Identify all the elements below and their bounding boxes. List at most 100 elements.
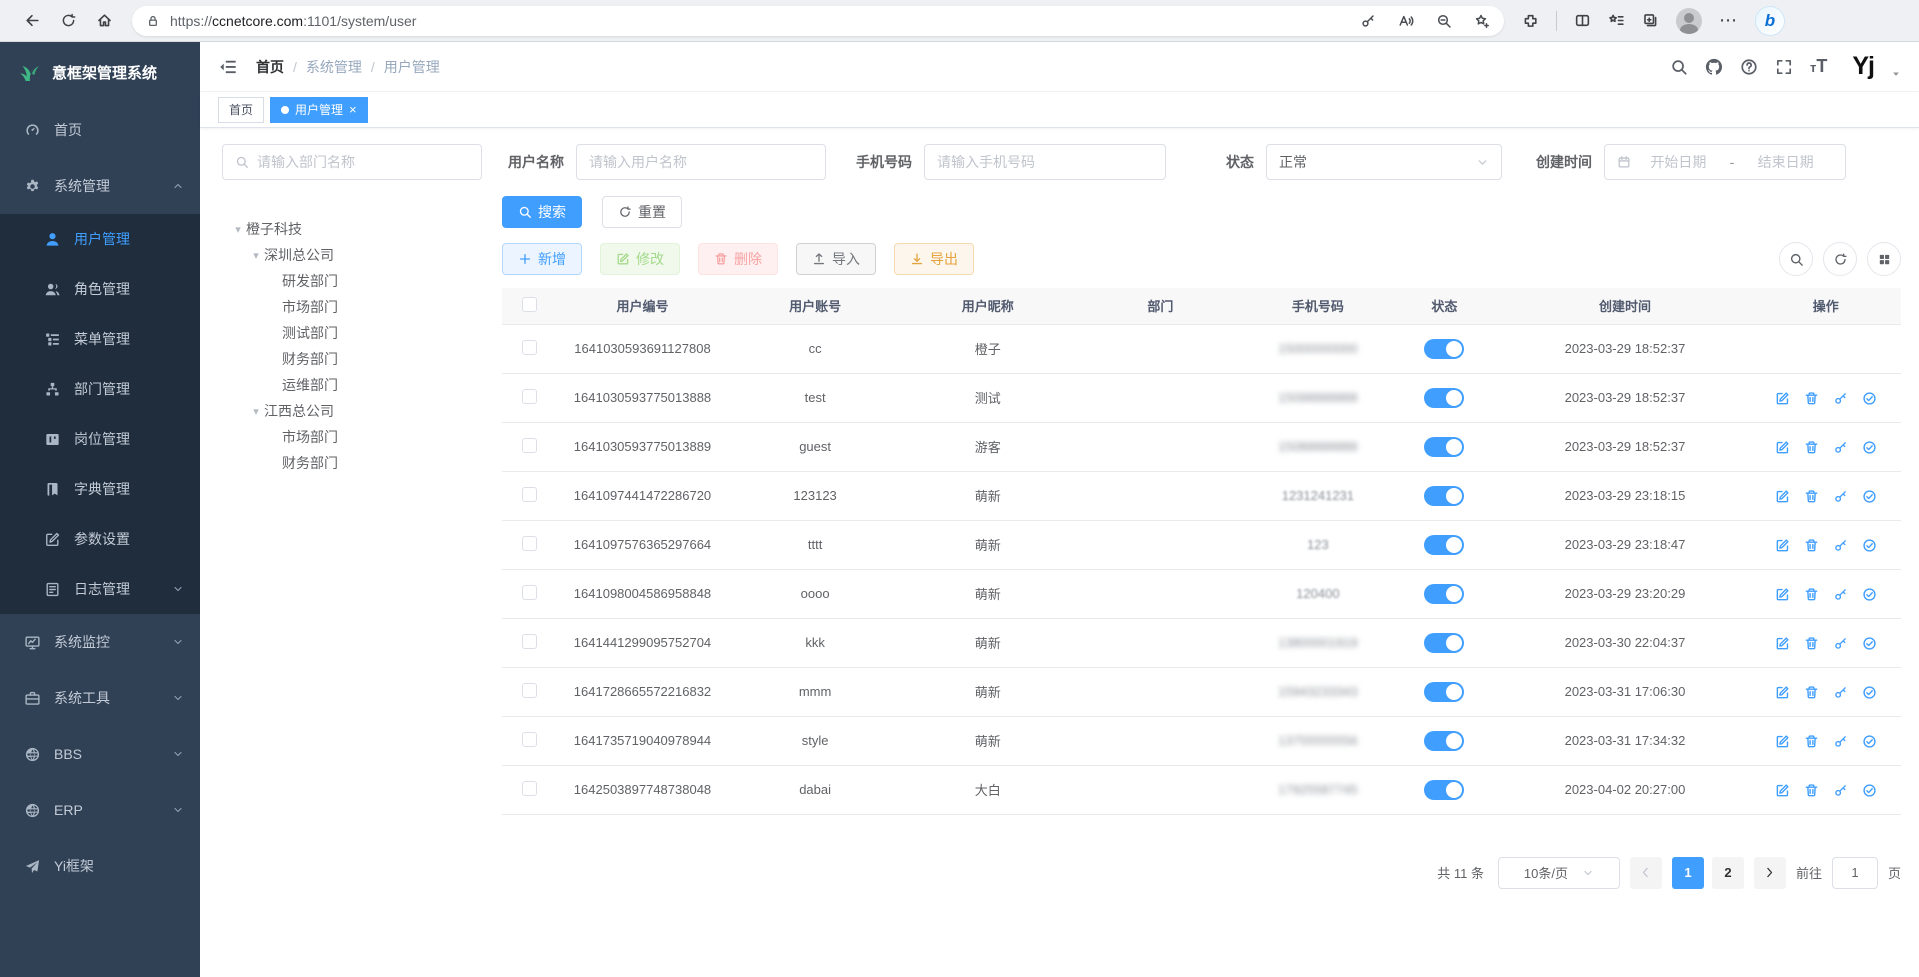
goto-page-input[interactable] — [1832, 857, 1878, 889]
row-edit-icon[interactable] — [1775, 538, 1790, 553]
row-assign-role-icon[interactable] — [1862, 538, 1877, 553]
collections-icon[interactable] — [1642, 12, 1659, 29]
row-reset-password-icon[interactable] — [1833, 685, 1848, 700]
page-button-1[interactable]: 1 — [1672, 857, 1704, 889]
global-search-icon[interactable] — [1670, 58, 1688, 76]
show-search-toggle-icon[interactable] — [1779, 242, 1813, 276]
password-icon[interactable] — [1360, 13, 1376, 29]
tree-node[interactable]: 市场部门 — [226, 424, 492, 450]
prev-page-button[interactable] — [1630, 857, 1662, 889]
row-assign-role-icon[interactable] — [1862, 391, 1877, 406]
tree-node[interactable]: ▾橙子科技 — [226, 216, 492, 242]
extensions-icon[interactable] — [1522, 12, 1539, 29]
status-toggle[interactable] — [1424, 584, 1464, 604]
tree-node[interactable]: 测试部门 — [226, 320, 492, 346]
status-toggle[interactable] — [1424, 388, 1464, 408]
status-toggle[interactable] — [1424, 633, 1464, 653]
tag-item[interactable]: 首页 — [218, 97, 264, 123]
column-settings-icon[interactable] — [1867, 242, 1901, 276]
zoom-out-icon[interactable] — [1436, 13, 1452, 29]
copilot-icon[interactable]: b — [1755, 6, 1785, 36]
user-menu-caret-icon[interactable] — [1891, 69, 1901, 79]
tree-node[interactable]: 研发部门 — [226, 268, 492, 294]
status-toggle[interactable] — [1424, 437, 1464, 457]
row-reset-password-icon[interactable] — [1833, 440, 1848, 455]
page-size-select[interactable]: 10条/页 — [1498, 857, 1620, 889]
sidebar-item-tool[interactable]: 系统工具 — [0, 670, 200, 726]
page-button-2[interactable]: 2 — [1712, 857, 1744, 889]
row-checkbox[interactable] — [522, 340, 537, 355]
tree-node[interactable]: ▾江西总公司 — [226, 398, 492, 424]
row-delete-icon[interactable] — [1804, 587, 1819, 602]
date-range-picker[interactable]: 开始日期 - 结束日期 — [1604, 144, 1846, 180]
sidebar-item-home[interactable]: 首页 — [0, 102, 200, 158]
status-select[interactable]: 正常 — [1266, 144, 1502, 180]
phone-input[interactable] — [924, 144, 1166, 180]
read-aloud-icon[interactable] — [1398, 13, 1414, 29]
help-icon[interactable] — [1740, 58, 1758, 76]
row-checkbox[interactable] — [522, 732, 537, 747]
row-delete-icon[interactable] — [1804, 734, 1819, 749]
row-reset-password-icon[interactable] — [1833, 489, 1848, 504]
row-assign-role-icon[interactable] — [1862, 440, 1877, 455]
address-bar[interactable]: https://ccnetcore.com:1101/system/user — [132, 6, 1504, 36]
github-icon[interactable] — [1705, 58, 1723, 76]
row-delete-icon[interactable] — [1804, 440, 1819, 455]
sidebar-item-user[interactable]: 用户管理 — [0, 214, 200, 264]
edit-button[interactable]: 修改 — [600, 243, 680, 275]
sidebar-item-menu[interactable]: 菜单管理 — [0, 314, 200, 364]
row-checkbox[interactable] — [522, 438, 537, 453]
row-delete-icon[interactable] — [1804, 685, 1819, 700]
row-checkbox[interactable] — [522, 389, 537, 404]
row-delete-icon[interactable] — [1804, 489, 1819, 504]
status-toggle[interactable] — [1424, 535, 1464, 555]
row-assign-role-icon[interactable] — [1862, 489, 1877, 504]
sidebar-item-yi[interactable]: Yi框架 — [0, 838, 200, 894]
sidebar-item-config[interactable]: 参数设置 — [0, 514, 200, 564]
username-field[interactable] — [589, 154, 813, 170]
browser-refresh-icon[interactable] — [50, 4, 86, 38]
row-reset-password-icon[interactable] — [1833, 734, 1848, 749]
sidebar-item-erp[interactable]: ERP — [0, 782, 200, 838]
close-icon[interactable]: × — [349, 102, 357, 117]
row-assign-role-icon[interactable] — [1862, 734, 1877, 749]
row-edit-icon[interactable] — [1775, 685, 1790, 700]
split-screen-icon[interactable] — [1574, 12, 1591, 29]
row-checkbox[interactable] — [522, 781, 537, 796]
row-checkbox[interactable] — [522, 634, 537, 649]
row-edit-icon[interactable] — [1775, 440, 1790, 455]
row-reset-password-icon[interactable] — [1833, 538, 1848, 553]
row-delete-icon[interactable] — [1804, 538, 1819, 553]
sidebar-item-system[interactable]: 系统管理 — [0, 158, 200, 214]
row-reset-password-icon[interactable] — [1833, 636, 1848, 651]
browser-back-icon[interactable] — [14, 4, 50, 38]
browser-menu-icon[interactable]: ⋯ — [1719, 10, 1738, 31]
row-checkbox[interactable] — [522, 487, 537, 502]
phone-field[interactable] — [937, 154, 1153, 170]
row-checkbox[interactable] — [522, 536, 537, 551]
tree-node[interactable]: 运维部门 — [226, 372, 492, 398]
sidebar-item-dept[interactable]: 部门管理 — [0, 364, 200, 414]
username-input[interactable] — [576, 144, 826, 180]
row-edit-icon[interactable] — [1775, 489, 1790, 504]
row-edit-icon[interactable] — [1775, 783, 1790, 798]
export-button[interactable]: 导出 — [894, 243, 974, 275]
tree-node[interactable]: ▾深圳总公司 — [226, 242, 492, 268]
status-toggle[interactable] — [1424, 339, 1464, 359]
row-edit-icon[interactable] — [1775, 587, 1790, 602]
font-size-icon[interactable]: ᴛT — [1810, 56, 1827, 77]
sidebar-item-role[interactable]: 角色管理 — [0, 264, 200, 314]
breadcrumb-home[interactable]: 首页 — [256, 57, 284, 77]
user-avatar-logo[interactable]: Yj — [1852, 54, 1874, 79]
reset-button[interactable]: 重置 — [602, 196, 682, 228]
tree-node[interactable]: 市场部门 — [226, 294, 492, 320]
row-checkbox[interactable] — [522, 585, 537, 600]
row-reset-password-icon[interactable] — [1833, 783, 1848, 798]
row-assign-role-icon[interactable] — [1862, 783, 1877, 798]
collapse-sidebar-icon[interactable] — [218, 57, 238, 77]
next-page-button[interactable] — [1754, 857, 1786, 889]
search-button[interactable]: 搜索 — [502, 196, 582, 228]
add-button[interactable]: 新增 — [502, 243, 582, 275]
row-edit-icon[interactable] — [1775, 636, 1790, 651]
row-edit-icon[interactable] — [1775, 734, 1790, 749]
